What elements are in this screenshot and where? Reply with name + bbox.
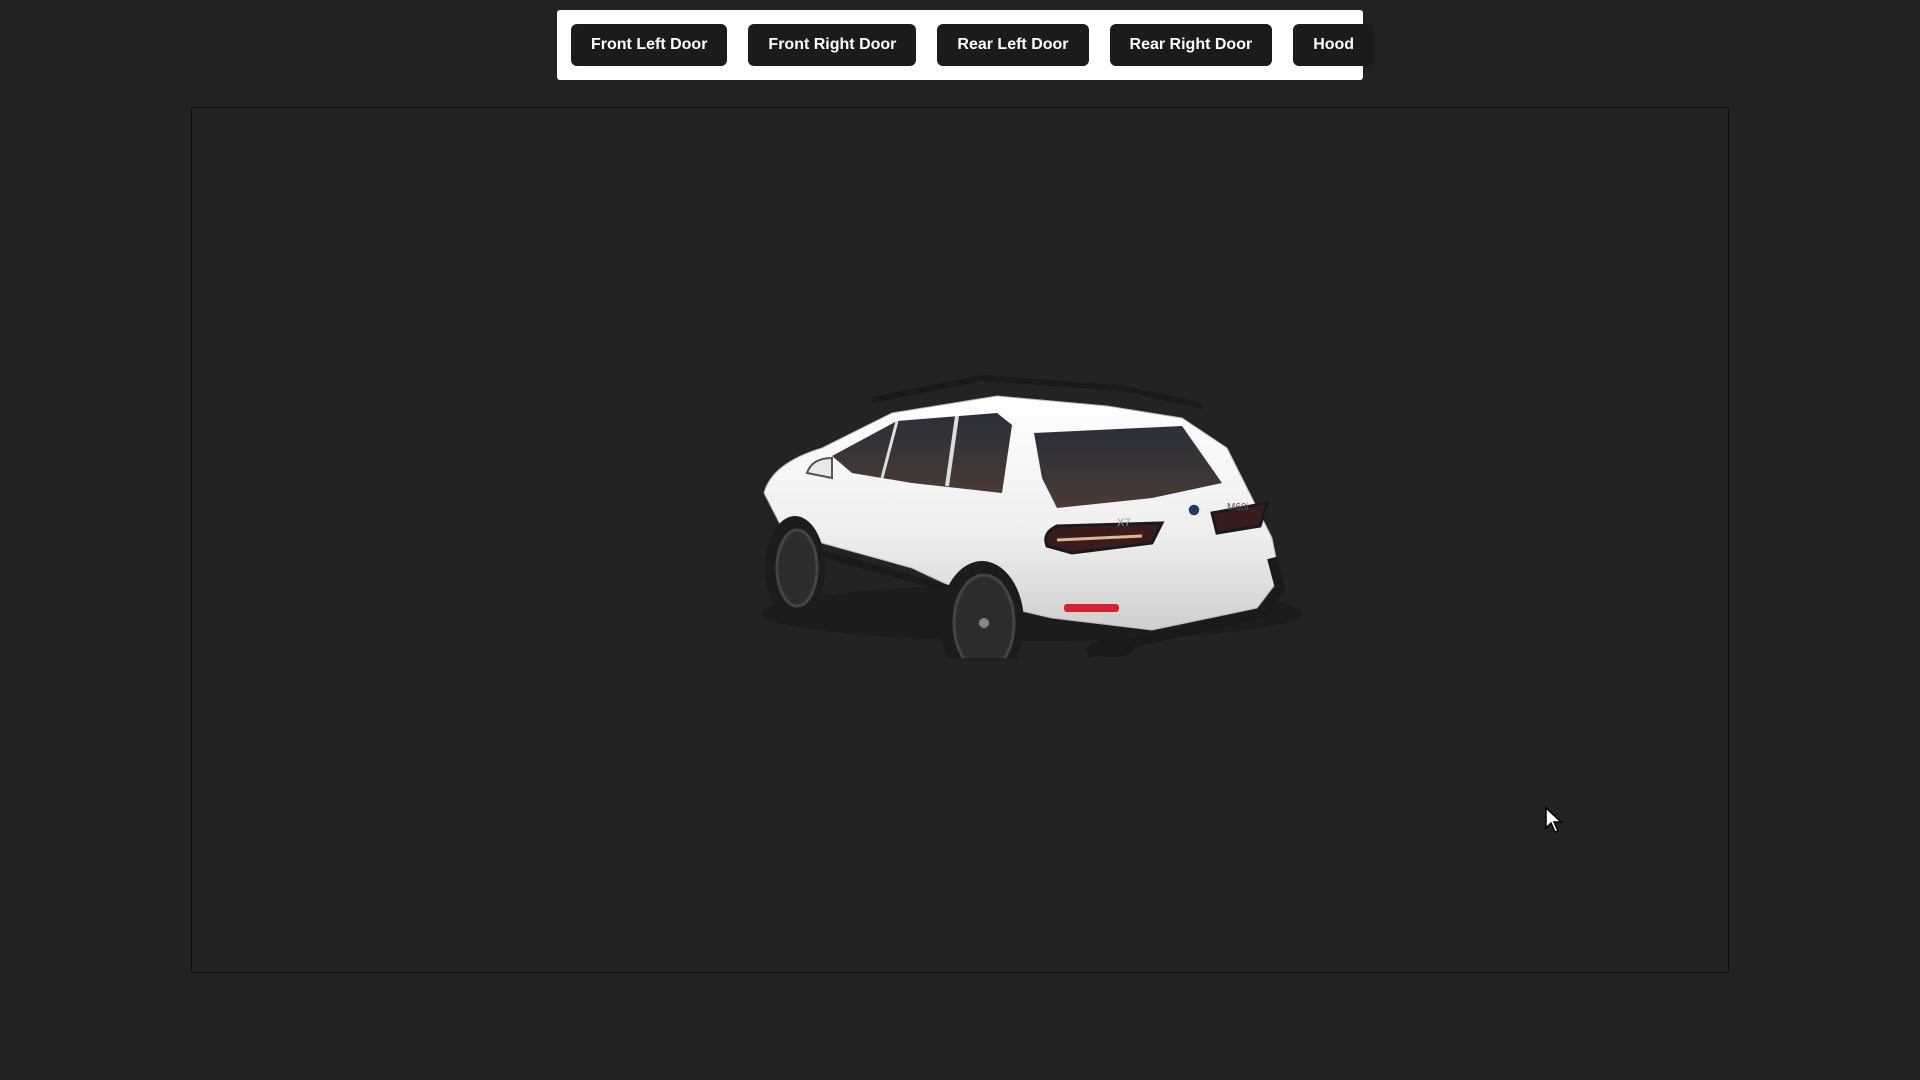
- trim-badge: M60i: [1227, 502, 1249, 513]
- car-model-icon: X7 M60i: [762, 374, 1302, 658]
- 3d-model-viewport[interactable]: X7 M60i: [191, 107, 1729, 973]
- front-right-door-button[interactable]: Front Right Door: [748, 24, 917, 66]
- rear-left-door-button[interactable]: Rear Left Door: [937, 24, 1089, 66]
- rear-right-door-button[interactable]: Rear Right Door: [1109, 24, 1273, 66]
- front-left-door-button[interactable]: Front Left Door: [571, 24, 728, 66]
- door-control-toolbar: Front Left Door Front Right Door Rear Le…: [557, 10, 1375, 80]
- model-badge: X7: [1117, 517, 1130, 529]
- hood-button[interactable]: Hood: [1293, 24, 1375, 66]
- front-wheel: [765, 516, 825, 620]
- mouse-cursor-icon: [1545, 806, 1563, 833]
